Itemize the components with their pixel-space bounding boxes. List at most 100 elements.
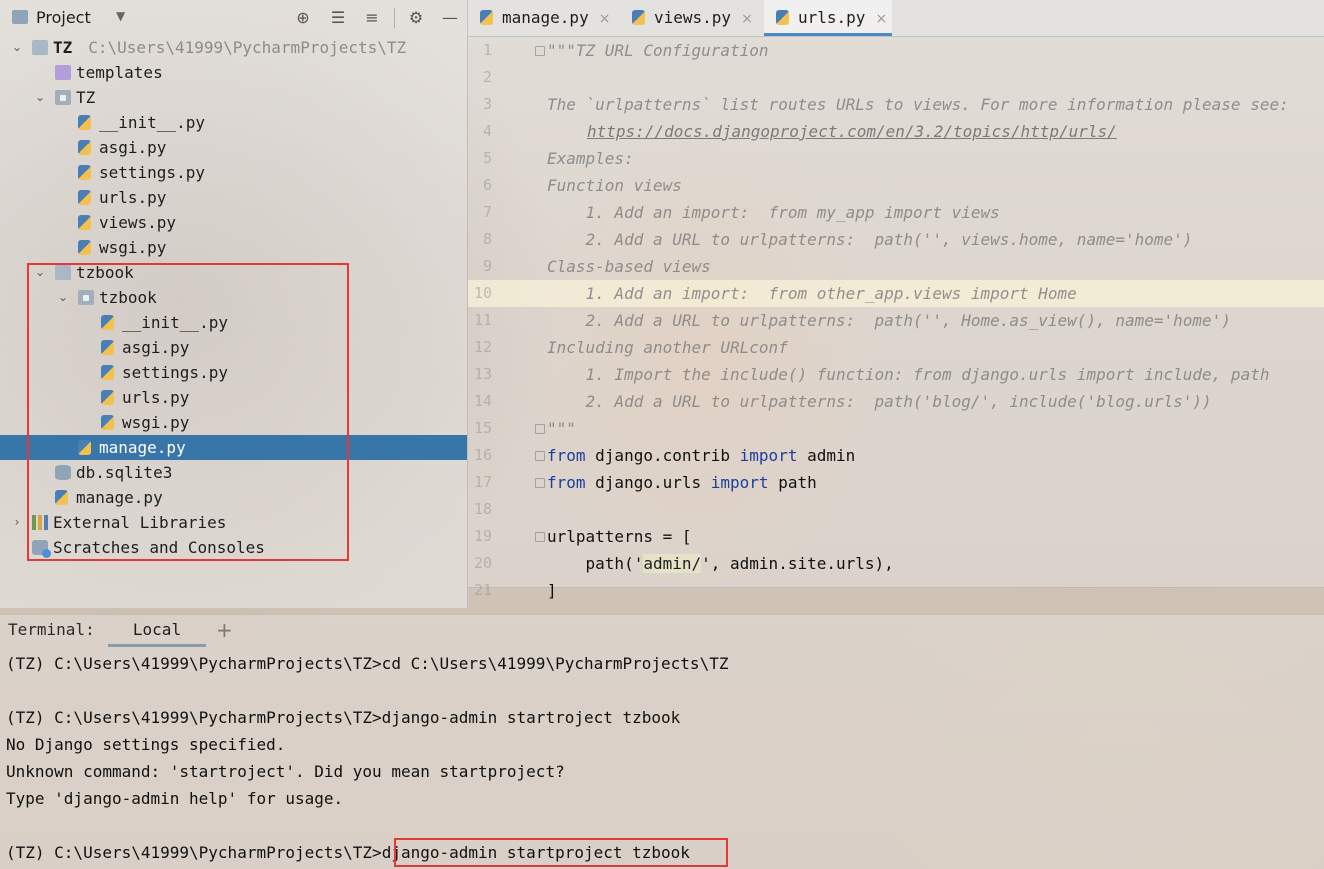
editor-tab[interactable]: views.py × [620, 0, 762, 36]
code-line[interactable]: 2 [468, 64, 1324, 91]
terminal-prompt: (TZ) C:\Users\41999\PycharmProjects\TZ> [6, 843, 382, 862]
code-line[interactable]: 21] [468, 577, 1324, 604]
fold-marker-icon[interactable] [535, 532, 545, 542]
code-text: 1. Add an import: from my_app import vie… [547, 199, 1000, 226]
python-file-icon [78, 115, 91, 130]
chevron-down-icon[interactable]: ⌄ [10, 35, 24, 60]
editor-tab[interactable]: urls.py × [764, 0, 892, 36]
chevron-down-icon[interactable]: ⌄ [33, 85, 47, 110]
keyword-token: from [547, 446, 586, 465]
minimize-icon[interactable]: — [440, 8, 460, 28]
tree-item-label: asgi.py [99, 135, 166, 160]
fold-marker-icon[interactable] [535, 46, 545, 56]
line-number: 17 [473, 473, 492, 491]
code-line[interactable]: 6 Function views [468, 172, 1324, 199]
close-icon[interactable]: × [741, 11, 753, 27]
docstring-text: """ [547, 419, 576, 438]
code-line[interactable]: 17 from django.urls import path [468, 469, 1324, 496]
python-file-icon [78, 240, 91, 255]
tree-item-label: urls.py [99, 185, 166, 210]
tree-item-name: TZ [76, 88, 96, 107]
code-line[interactable]: 11 2. Add a URL to urlpatterns: path('',… [468, 307, 1324, 334]
code-line[interactable]: 14 2. Add a URL to urlpatterns: path('bl… [468, 388, 1324, 415]
close-icon[interactable]: × [875, 11, 887, 27]
code-text: 2. Add a URL to urlpatterns: path('blog/… [547, 388, 1212, 415]
line-number: 3 [482, 95, 492, 113]
line-number: 15 [473, 419, 492, 437]
code-line[interactable]: 5 Examples: [468, 145, 1324, 172]
tree-item[interactable]: wsgi.py [0, 235, 467, 260]
new-terminal-tab-icon[interactable]: + [216, 618, 233, 642]
editor-tab-label: manage.py [502, 8, 589, 27]
code-line[interactable]: 13 1. Import the include() function: fro… [468, 361, 1324, 388]
line-number: 1 [482, 41, 492, 59]
line-number: 9 [482, 257, 492, 275]
code-line[interactable]: 8 2. Add a URL to urlpatterns: path('', … [468, 226, 1324, 253]
code-line[interactable]: 4 https://docs.djangoproject.com/en/3.2/t… [468, 118, 1324, 145]
project-header: Project ▼ ⊕ ☰ ≡ ⚙ — [0, 0, 467, 34]
code-text: 1. Add an import: from other_app.views i… [547, 280, 1077, 307]
code-line[interactable]: 16 from django.contrib import admin [468, 442, 1324, 469]
collapse-all-icon[interactable]: ≡ [362, 8, 382, 28]
docstring-text: Function views [547, 176, 682, 195]
keyword-token: import [739, 446, 798, 465]
close-icon[interactable]: × [599, 11, 611, 27]
code-line[interactable]: 9 Class-based views [468, 253, 1324, 280]
chevron-right-icon[interactable]: › [10, 510, 24, 535]
package-folder-icon [55, 90, 71, 105]
code-line[interactable]: 12 Including another URLconf [468, 334, 1324, 361]
line-number: 14 [473, 392, 492, 410]
terminal-line: Type 'django-admin help' for usage. [6, 789, 344, 808]
tree-item[interactable]: settings.py [0, 160, 467, 185]
docstring-text: 2. Add a URL to urlpatterns: path('blog/… [547, 392, 1212, 411]
tree-item[interactable]: ⌄ TZ [0, 85, 467, 110]
line-number: 13 [473, 365, 492, 383]
fold-marker-icon[interactable] [535, 424, 545, 434]
line-number: 16 [473, 446, 492, 464]
string-token: admin/ [643, 554, 702, 573]
fold-marker-icon[interactable] [535, 451, 545, 461]
line-number: 10 [473, 284, 492, 302]
code-token: ', admin.site.urls), [701, 554, 894, 573]
fold-marker-icon[interactable] [535, 478, 545, 488]
line-number: 20 [473, 554, 492, 572]
code-line[interactable]: 18 [468, 496, 1324, 523]
code-line[interactable]: 15 """ [468, 415, 1324, 442]
tree-item[interactable]: __init__.py [0, 110, 467, 135]
docstring-text: Examples: [547, 149, 634, 168]
python-file-icon [480, 10, 493, 25]
tree-item-name: TZ [53, 38, 73, 57]
line-number: 11 [473, 311, 492, 329]
terminal-title: Terminal: [8, 620, 95, 639]
code-token: django.urls [585, 473, 711, 492]
code-line[interactable]: 3 The `urlpatterns` list routes URLs to v… [468, 91, 1324, 118]
line-number: 2 [482, 68, 492, 86]
code-text: path('admin/', admin.site.urls), [547, 550, 894, 577]
code-line[interactable]: 19 urlpatterns = [ [468, 523, 1324, 550]
code-line[interactable]: 20 path('admin/', admin.site.urls), [468, 550, 1324, 577]
tree-item-label: templates [76, 60, 163, 85]
code-line[interactable]: 1 """TZ URL Configuration [468, 37, 1324, 64]
code-line[interactable]: 7 1. Add an import: from my_app import v… [468, 199, 1324, 226]
project-view-title[interactable]: Project [36, 8, 91, 27]
tree-item[interactable]: asgi.py [0, 135, 467, 160]
tree-item[interactable]: ⌄ TZ C:\Users\41999\PycharmProjects\TZ [0, 35, 467, 60]
code-line[interactable]: 10 1. Add an import: from other_app.view… [468, 280, 1324, 307]
code-text: 2. Add a URL to urlpatterns: path('', Ho… [547, 307, 1231, 334]
python-file-icon [776, 10, 789, 25]
tree-item-label: wsgi.py [99, 235, 166, 260]
chevron-down-icon[interactable]: ▼ [116, 9, 125, 23]
locate-icon[interactable]: ⊕ [293, 8, 313, 28]
tree-item[interactable]: views.py [0, 210, 467, 235]
terminal-tab-local[interactable]: Local [108, 614, 206, 647]
gear-icon[interactable]: ⚙ [406, 8, 426, 28]
expand-all-icon[interactable]: ☰ [328, 8, 348, 28]
tree-item-path: C:\Users\41999\PycharmProjects\TZ [88, 38, 407, 57]
tree-item[interactable]: urls.py [0, 185, 467, 210]
docstring-link[interactable]: https://docs.djangoproject.com/en/3.2/to… [587, 122, 1117, 141]
keyword-token: import [710, 473, 769, 492]
tree-item-label: settings.py [99, 160, 205, 185]
editor-tab[interactable]: manage.py × [468, 0, 618, 36]
keyword-token: from [547, 473, 586, 492]
tree-item[interactable]: templates [0, 60, 467, 85]
